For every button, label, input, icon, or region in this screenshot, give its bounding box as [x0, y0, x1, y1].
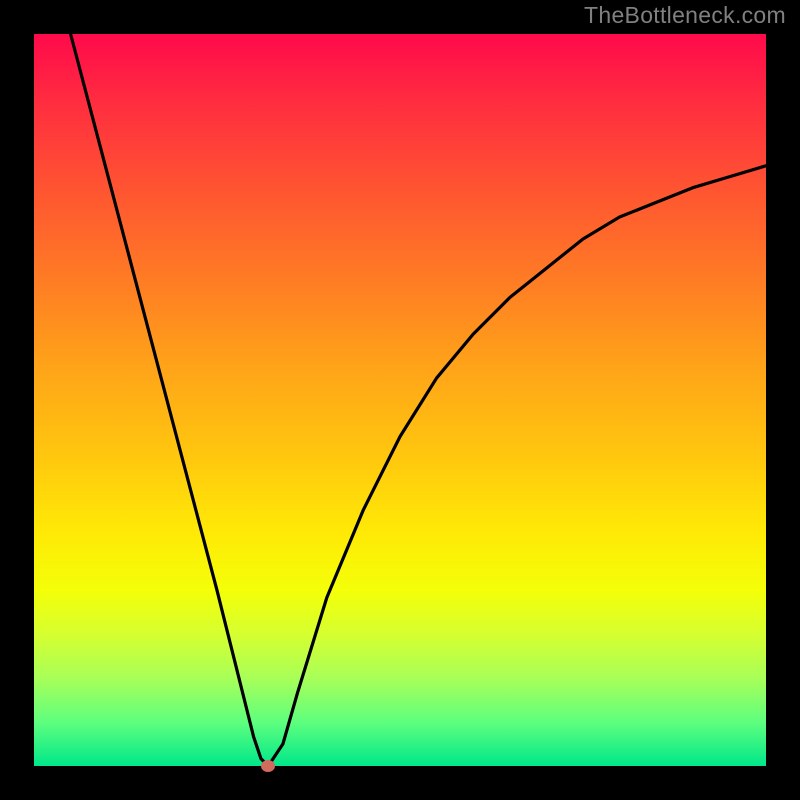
bottleneck-curve: [34, 34, 766, 766]
optimum-marker: [261, 760, 275, 772]
watermark-label: TheBottleneck.com: [584, 2, 786, 29]
plot-area: [34, 34, 766, 766]
chart-frame: TheBottleneck.com: [0, 0, 800, 800]
